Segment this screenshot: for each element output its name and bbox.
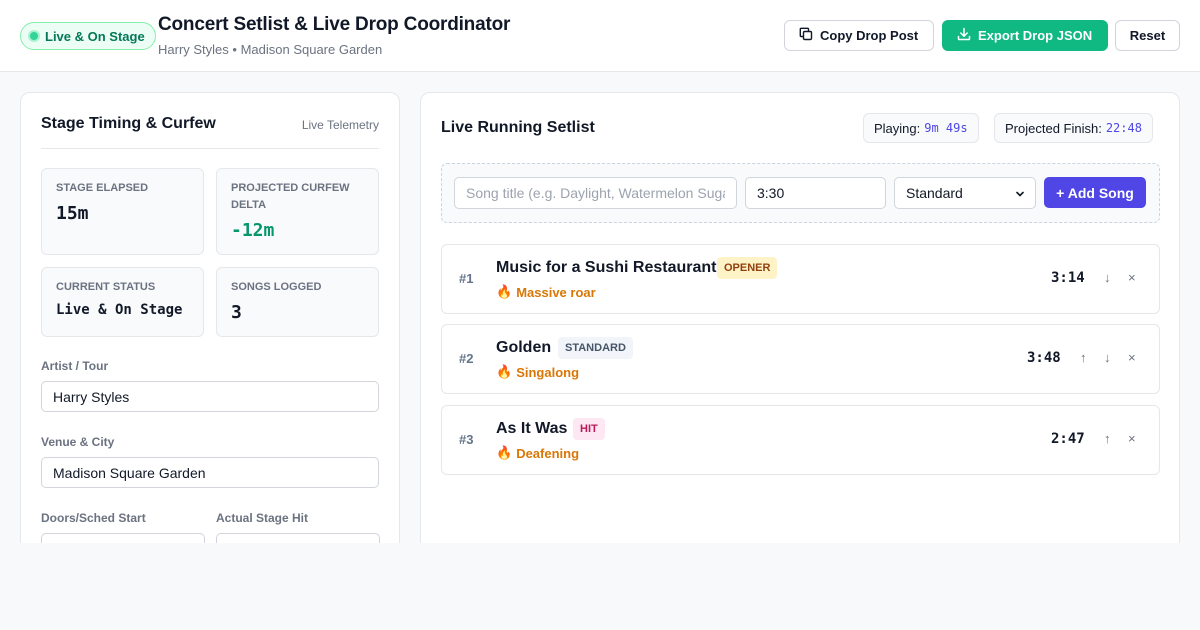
export-drop-json-button[interactable]: Export Drop JSON (942, 20, 1108, 51)
stat-value: 15m (56, 203, 89, 224)
song-title-input[interactable] (454, 177, 737, 209)
song-number: #2 (459, 351, 474, 366)
stat-value: -12m (231, 220, 275, 241)
fire-icon: 🔥 (496, 284, 513, 299)
venue-city-input[interactable] (41, 457, 379, 488)
live-status-label: Live & On Stage (45, 28, 145, 44)
song-duration: 3:14 (1051, 270, 1085, 286)
move-up-button[interactable]: ↑ (1104, 431, 1111, 446)
stage-timing-card: Stage Timing & Curfew Live Telemetry Sta… (20, 92, 400, 552)
playing-time-chip: Playing: 9m 49s (863, 113, 979, 143)
stat-stage-elapsed: Stage Elapsed 15m (41, 168, 204, 255)
projected-finish-chip: Projected Finish: 22:48 (994, 113, 1153, 143)
fire-icon: 🔥 (496, 445, 513, 460)
song-type-badge: HIT (573, 418, 605, 440)
setlist-song-row: #3 As It Was HIT 🔥 Deafening 2:47 ↑ × (441, 405, 1160, 475)
stat-label: Stage Elapsed (56, 182, 149, 194)
projected-finish-label: Projected Finish: (1005, 120, 1102, 136)
song-number: #1 (459, 271, 474, 286)
stat-label: Songs Logged (231, 281, 322, 293)
live-dot-icon (30, 32, 38, 40)
venue-city-label: Venue & City (41, 435, 115, 449)
song-type-select[interactable]: Standard (894, 177, 1036, 209)
page-title: Concert Setlist & Live Drop Coordinator (158, 14, 511, 35)
stat-value: 3 (231, 302, 242, 323)
stage-timing-header: Stage Timing & Curfew Live Telemetry (41, 115, 379, 149)
crowd-reaction-label: Deafening (516, 445, 580, 461)
stat-curfew-delta: Projected Curfew Delta -12m (216, 168, 379, 255)
live-telemetry-label: Live Telemetry (301, 118, 379, 132)
song-title: Golden (496, 339, 552, 356)
doors-sched-start-label: Doors/Sched Start (41, 511, 146, 525)
setlist-card: Live Running Setlist Playing: 9m 49s Pro… (420, 92, 1180, 552)
page-subtitle: Harry Styles • Madison Square Garden (158, 42, 383, 57)
song-type-value: Standard (906, 185, 963, 201)
remove-song-button[interactable]: × (1128, 350, 1136, 365)
download-icon (957, 27, 971, 44)
page-background (0, 543, 1200, 630)
reset-button[interactable]: Reset (1115, 20, 1180, 51)
stat-value: Live & On Stage (56, 302, 183, 318)
move-down-button[interactable]: ↓ (1104, 270, 1111, 285)
live-status-pill: Live & On Stage (20, 22, 156, 50)
crowd-reaction: 🔥 Singalong (496, 364, 579, 380)
setlist-song-row: #1 Music for a Sushi Restaurant OPENER 🔥… (441, 244, 1160, 314)
stat-current-status: Current Status Live & On Stage (41, 267, 204, 337)
add-song-button[interactable]: + Add Song (1044, 177, 1146, 208)
app-header: Live & On Stage Concert Setlist & Live D… (0, 0, 1200, 72)
projected-finish-value: 22:48 (1105, 121, 1142, 135)
remove-song-button[interactable]: × (1128, 270, 1136, 285)
crowd-reaction-label: Massive roar (516, 284, 596, 300)
copy-icon (799, 27, 813, 44)
song-duration-input[interactable] (745, 177, 886, 209)
crowd-reaction: 🔥 Massive roar (496, 284, 596, 300)
move-down-button[interactable]: ↓ (1104, 350, 1111, 365)
song-title: As It Was (496, 420, 568, 437)
add-song-form: Standard + Add Song (441, 163, 1160, 223)
artist-tour-label: Artist / Tour (41, 359, 109, 373)
stat-label: Current Status (56, 281, 156, 293)
actual-stage-hit-label: Actual Stage Hit (216, 511, 309, 525)
export-drop-json-label: Export Drop JSON (978, 28, 1093, 43)
song-duration: 3:48 (1027, 350, 1061, 366)
song-number: #3 (459, 432, 474, 447)
song-title: Music for a Sushi Restaurant (496, 259, 717, 276)
crowd-reaction: 🔥 Deafening (496, 445, 579, 461)
copy-drop-post-button[interactable]: Copy Drop Post (784, 20, 934, 51)
fire-icon: 🔥 (496, 364, 513, 379)
stat-label: Projected Curfew Delta (231, 182, 350, 211)
song-duration: 2:47 (1051, 431, 1085, 447)
remove-song-button[interactable]: × (1128, 431, 1136, 446)
move-up-button[interactable]: ↑ (1080, 350, 1087, 365)
playing-value: 9m 49s (924, 121, 968, 135)
chevron-down-icon (1014, 187, 1026, 203)
copy-drop-post-label: Copy Drop Post (820, 28, 919, 43)
setlist-title: Live Running Setlist (441, 119, 595, 136)
stat-songs-logged: Songs Logged 3 (216, 267, 379, 337)
crowd-reaction-label: Singalong (516, 364, 580, 380)
song-type-badge: STANDARD (558, 337, 633, 359)
playing-label: Playing: (874, 120, 921, 136)
artist-tour-input[interactable] (41, 381, 379, 412)
setlist-song-row: #2 Golden STANDARD 🔥 Singalong 3:48 ↑ ↓ … (441, 324, 1160, 394)
song-type-badge: OPENER (717, 257, 778, 279)
